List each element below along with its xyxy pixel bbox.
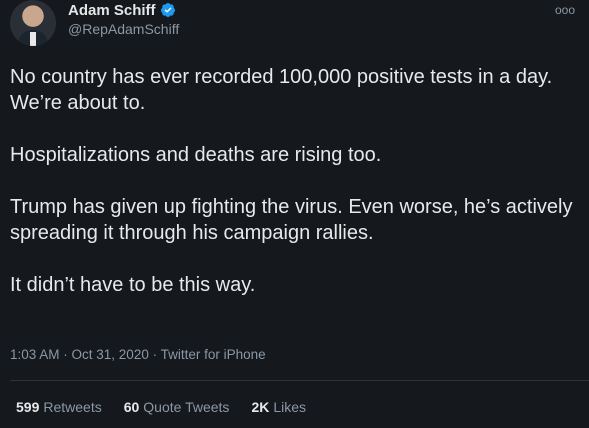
- tweet-time[interactable]: 1:03 AM: [10, 347, 60, 362]
- avatar[interactable]: [10, 0, 56, 46]
- name-row: Adam Schiff: [68, 0, 179, 20]
- likes-label: Likes: [273, 399, 307, 415]
- tweet-source[interactable]: Twitter for iPhone: [161, 347, 266, 362]
- verified-badge-icon: [160, 3, 175, 17]
- tweet-text: No country has ever recorded 100,000 pos…: [10, 64, 580, 324]
- retweets-count: 599: [16, 399, 40, 415]
- avatar-shirt: [30, 32, 36, 46]
- more-options-icon[interactable]: ooo: [555, 3, 575, 17]
- likes-stat[interactable]: 2K Likes: [251, 399, 306, 415]
- meta-separator: ·: [59, 347, 72, 362]
- meta-separator: ·: [148, 347, 161, 362]
- author-display-name[interactable]: Adam Schiff: [68, 2, 156, 19]
- tweet-paragraph: It didn’t have to be this way.: [10, 274, 256, 296]
- retweets-label: Retweets: [43, 399, 102, 415]
- tweet-paragraph: Hospitalizations and deaths are rising t…: [10, 144, 382, 166]
- likes-count: 2K: [251, 399, 270, 415]
- quote-tweets-stat[interactable]: 60 Quote Tweets: [124, 399, 230, 415]
- divider: [10, 380, 589, 381]
- author-handle[interactable]: @RepAdamSchiff: [68, 21, 179, 37]
- quote-tweets-count: 60: [123, 399, 140, 415]
- tweet-paragraph: Trump has given up fighting the virus. E…: [10, 196, 573, 244]
- tweet-date[interactable]: Oct 31, 2020: [72, 347, 149, 362]
- tweet-card: Adam Schiff @RepAdamSchiff ooo No countr…: [0, 0, 589, 428]
- tweet-stats: 599 Retweets 60 Quote Tweets 2K Likes: [16, 399, 328, 415]
- quote-tweets-label: Quote Tweets: [143, 399, 230, 415]
- tweet-paragraph: No country has ever recorded 100,000 pos…: [10, 66, 553, 114]
- author-block: Adam Schiff @RepAdamSchiff: [68, 0, 179, 38]
- retweets-stat[interactable]: 599 Retweets: [16, 399, 102, 415]
- tweet-meta: 1:03 AM · Oct 31, 2020 · Twitter for iPh…: [10, 347, 266, 362]
